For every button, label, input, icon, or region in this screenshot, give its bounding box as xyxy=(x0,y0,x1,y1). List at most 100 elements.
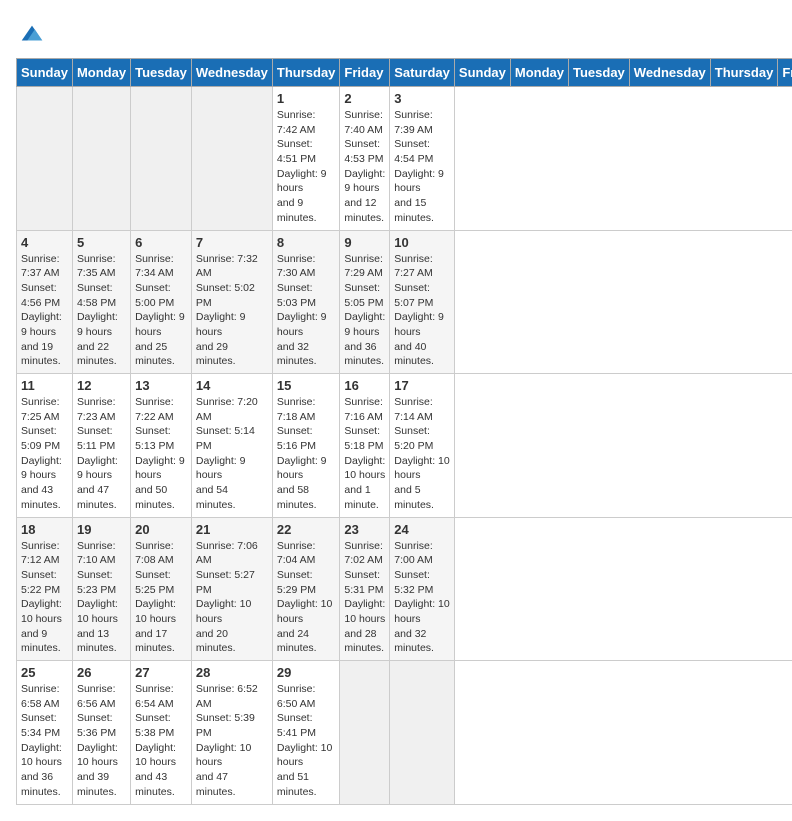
calendar-cell: 11Sunrise: 7:25 AM Sunset: 5:09 PM Dayli… xyxy=(17,374,73,518)
day-number: 12 xyxy=(77,378,126,393)
day-info: Sunrise: 7:22 AM Sunset: 5:13 PM Dayligh… xyxy=(135,395,187,513)
day-number: 11 xyxy=(21,378,68,393)
day-info: Sunrise: 6:54 AM Sunset: 5:38 PM Dayligh… xyxy=(135,682,187,800)
day-number: 1 xyxy=(277,91,336,106)
calendar-cell: 1 Sunrise: 7:42 AM Sunset: 4:51 PM Daylig… xyxy=(272,87,340,231)
header-sunday: Sunday xyxy=(454,59,510,87)
calendar-cell: 9 Sunrise: 7:29 AM Sunset: 5:05 PM Daylig… xyxy=(340,230,390,374)
calendar-cell xyxy=(131,87,192,231)
day-info: Sunrise: 6:58 AM Sunset: 5:34 PM Dayligh… xyxy=(21,682,68,800)
day-info: Sunrise: 7:37 AM Sunset: 4:56 PM Dayligh… xyxy=(21,252,68,370)
calendar-cell xyxy=(340,661,390,805)
calendar-cell: 3 Sunrise: 7:39 AM Sunset: 4:54 PM Daylig… xyxy=(390,87,455,231)
calendar-cell: 12 Sunrise: 7:23 AM Sunset: 5:11 PM Dayli… xyxy=(72,374,130,518)
calendar-cell xyxy=(17,87,73,231)
day-info: Sunrise: 7:08 AM Sunset: 5:25 PM Dayligh… xyxy=(135,539,187,657)
day-number: 13 xyxy=(135,378,187,393)
calendar-cell: 27Sunrise: 6:54 AM Sunset: 5:38 PM Dayli… xyxy=(131,661,192,805)
day-info: Sunrise: 7:12 AM Sunset: 5:22 PM Dayligh… xyxy=(21,539,68,657)
day-info: Sunrise: 7:39 AM Sunset: 4:54 PM Dayligh… xyxy=(394,108,450,226)
calendar-cell: 15Sunrise: 7:18 AM Sunset: 5:16 PM Dayli… xyxy=(272,374,340,518)
day-info: Sunrise: 7:34 AM Sunset: 5:00 PM Dayligh… xyxy=(135,252,187,370)
header-tuesday: Tuesday xyxy=(131,59,192,87)
day-number: 10 xyxy=(394,235,450,250)
calendar-cell: 18 Sunrise: 7:12 AM Sunset: 5:22 PM Dayli… xyxy=(17,517,73,661)
logo-icon xyxy=(18,20,46,48)
calendar-week-row: 4 Sunrise: 7:37 AM Sunset: 4:56 PM Daylig… xyxy=(17,230,792,374)
day-info: Sunrise: 6:56 AM Sunset: 5:36 PM Dayligh… xyxy=(77,682,126,800)
calendar-cell: 25Sunrise: 6:58 AM Sunset: 5:34 PM Dayli… xyxy=(17,661,73,805)
day-number: 21 xyxy=(196,522,268,537)
day-number: 29 xyxy=(277,665,336,680)
calendar-cell: 2 Sunrise: 7:40 AM Sunset: 4:53 PM Daylig… xyxy=(340,87,390,231)
header-tuesday: Tuesday xyxy=(569,59,630,87)
calendar-cell xyxy=(390,661,455,805)
calendar-cell: 14 Sunrise: 7:20 AM Sunset: 5:14 PM Dayli… xyxy=(191,374,272,518)
calendar-cell: 28 Sunrise: 6:52 AM Sunset: 5:39 PM Dayli… xyxy=(191,661,272,805)
day-number: 3 xyxy=(394,91,450,106)
day-number: 4 xyxy=(21,235,68,250)
header-monday: Monday xyxy=(510,59,568,87)
header-wednesday: Wednesday xyxy=(191,59,272,87)
calendar-cell: 19Sunrise: 7:10 AM Sunset: 5:23 PM Dayli… xyxy=(72,517,130,661)
calendar-cell: 21 Sunrise: 7:06 AM Sunset: 5:27 PM Dayli… xyxy=(191,517,272,661)
calendar-cell: 16Sunrise: 7:16 AM Sunset: 5:18 PM Dayli… xyxy=(340,374,390,518)
day-number: 22 xyxy=(277,522,336,537)
day-info: Sunrise: 7:23 AM Sunset: 5:11 PM Dayligh… xyxy=(77,395,126,513)
header-friday: Friday xyxy=(778,59,792,87)
header-sunday: Sunday xyxy=(17,59,73,87)
day-number: 9 xyxy=(344,235,385,250)
day-number: 18 xyxy=(21,522,68,537)
day-number: 5 xyxy=(77,235,126,250)
day-info: Sunrise: 6:52 AM Sunset: 5:39 PM Dayligh… xyxy=(196,682,268,800)
day-number: 14 xyxy=(196,378,268,393)
page-header xyxy=(16,16,776,48)
day-number: 20 xyxy=(135,522,187,537)
calendar-cell xyxy=(191,87,272,231)
day-info: Sunrise: 7:06 AM Sunset: 5:27 PM Dayligh… xyxy=(196,539,268,657)
calendar-cell: 4 Sunrise: 7:37 AM Sunset: 4:56 PM Daylig… xyxy=(17,230,73,374)
calendar-cell: 23Sunrise: 7:02 AM Sunset: 5:31 PM Dayli… xyxy=(340,517,390,661)
calendar-cell: 17Sunrise: 7:14 AM Sunset: 5:20 PM Dayli… xyxy=(390,374,455,518)
day-info: Sunrise: 7:32 AM Sunset: 5:02 PM Dayligh… xyxy=(196,252,268,370)
day-info: Sunrise: 7:18 AM Sunset: 5:16 PM Dayligh… xyxy=(277,395,336,513)
day-number: 8 xyxy=(277,235,336,250)
day-number: 16 xyxy=(344,378,385,393)
calendar-cell: 5 Sunrise: 7:35 AM Sunset: 4:58 PM Daylig… xyxy=(72,230,130,374)
header-thursday: Thursday xyxy=(710,59,778,87)
day-number: 28 xyxy=(196,665,268,680)
day-number: 7 xyxy=(196,235,268,250)
day-info: Sunrise: 7:20 AM Sunset: 5:14 PM Dayligh… xyxy=(196,395,268,513)
calendar-cell: 22 Sunrise: 7:04 AM Sunset: 5:29 PM Dayli… xyxy=(272,517,340,661)
day-info: Sunrise: 7:35 AM Sunset: 4:58 PM Dayligh… xyxy=(77,252,126,370)
calendar-week-row: 11Sunrise: 7:25 AM Sunset: 5:09 PM Dayli… xyxy=(17,374,792,518)
calendar-cell: 26 Sunrise: 6:56 AM Sunset: 5:36 PM Dayli… xyxy=(72,661,130,805)
day-info: Sunrise: 7:40 AM Sunset: 4:53 PM Dayligh… xyxy=(344,108,385,226)
calendar-cell: 20 Sunrise: 7:08 AM Sunset: 5:25 PM Dayli… xyxy=(131,517,192,661)
day-number: 17 xyxy=(394,378,450,393)
day-info: Sunrise: 7:27 AM Sunset: 5:07 PM Dayligh… xyxy=(394,252,450,370)
calendar-cell: 29Sunrise: 6:50 AM Sunset: 5:41 PM Dayli… xyxy=(272,661,340,805)
day-info: Sunrise: 7:04 AM Sunset: 5:29 PM Dayligh… xyxy=(277,539,336,657)
day-info: Sunrise: 7:00 AM Sunset: 5:32 PM Dayligh… xyxy=(394,539,450,657)
calendar-header-row: SundayMondayTuesdayWednesdayThursdayFrid… xyxy=(17,59,792,87)
day-number: 23 xyxy=(344,522,385,537)
calendar-cell: 13 Sunrise: 7:22 AM Sunset: 5:13 PM Dayli… xyxy=(131,374,192,518)
header-thursday: Thursday xyxy=(272,59,340,87)
calendar-cell: 6Sunrise: 7:34 AM Sunset: 5:00 PM Daylig… xyxy=(131,230,192,374)
calendar-cell xyxy=(72,87,130,231)
calendar-week-row: 18 Sunrise: 7:12 AM Sunset: 5:22 PM Dayli… xyxy=(17,517,792,661)
calendar-cell: 24 Sunrise: 7:00 AM Sunset: 5:32 PM Dayli… xyxy=(390,517,455,661)
day-number: 24 xyxy=(394,522,450,537)
calendar-week-row: 1 Sunrise: 7:42 AM Sunset: 4:51 PM Daylig… xyxy=(17,87,792,231)
day-number: 26 xyxy=(77,665,126,680)
calendar-table: SundayMondayTuesdayWednesdayThursdayFrid… xyxy=(16,58,792,805)
header-saturday: Saturday xyxy=(390,59,455,87)
calendar-cell: 8Sunrise: 7:30 AM Sunset: 5:03 PM Daylig… xyxy=(272,230,340,374)
header-friday: Friday xyxy=(340,59,390,87)
day-info: Sunrise: 7:29 AM Sunset: 5:05 PM Dayligh… xyxy=(344,252,385,370)
day-info: Sunrise: 7:10 AM Sunset: 5:23 PM Dayligh… xyxy=(77,539,126,657)
day-info: Sunrise: 7:42 AM Sunset: 4:51 PM Dayligh… xyxy=(277,108,336,226)
day-number: 2 xyxy=(344,91,385,106)
header-monday: Monday xyxy=(72,59,130,87)
